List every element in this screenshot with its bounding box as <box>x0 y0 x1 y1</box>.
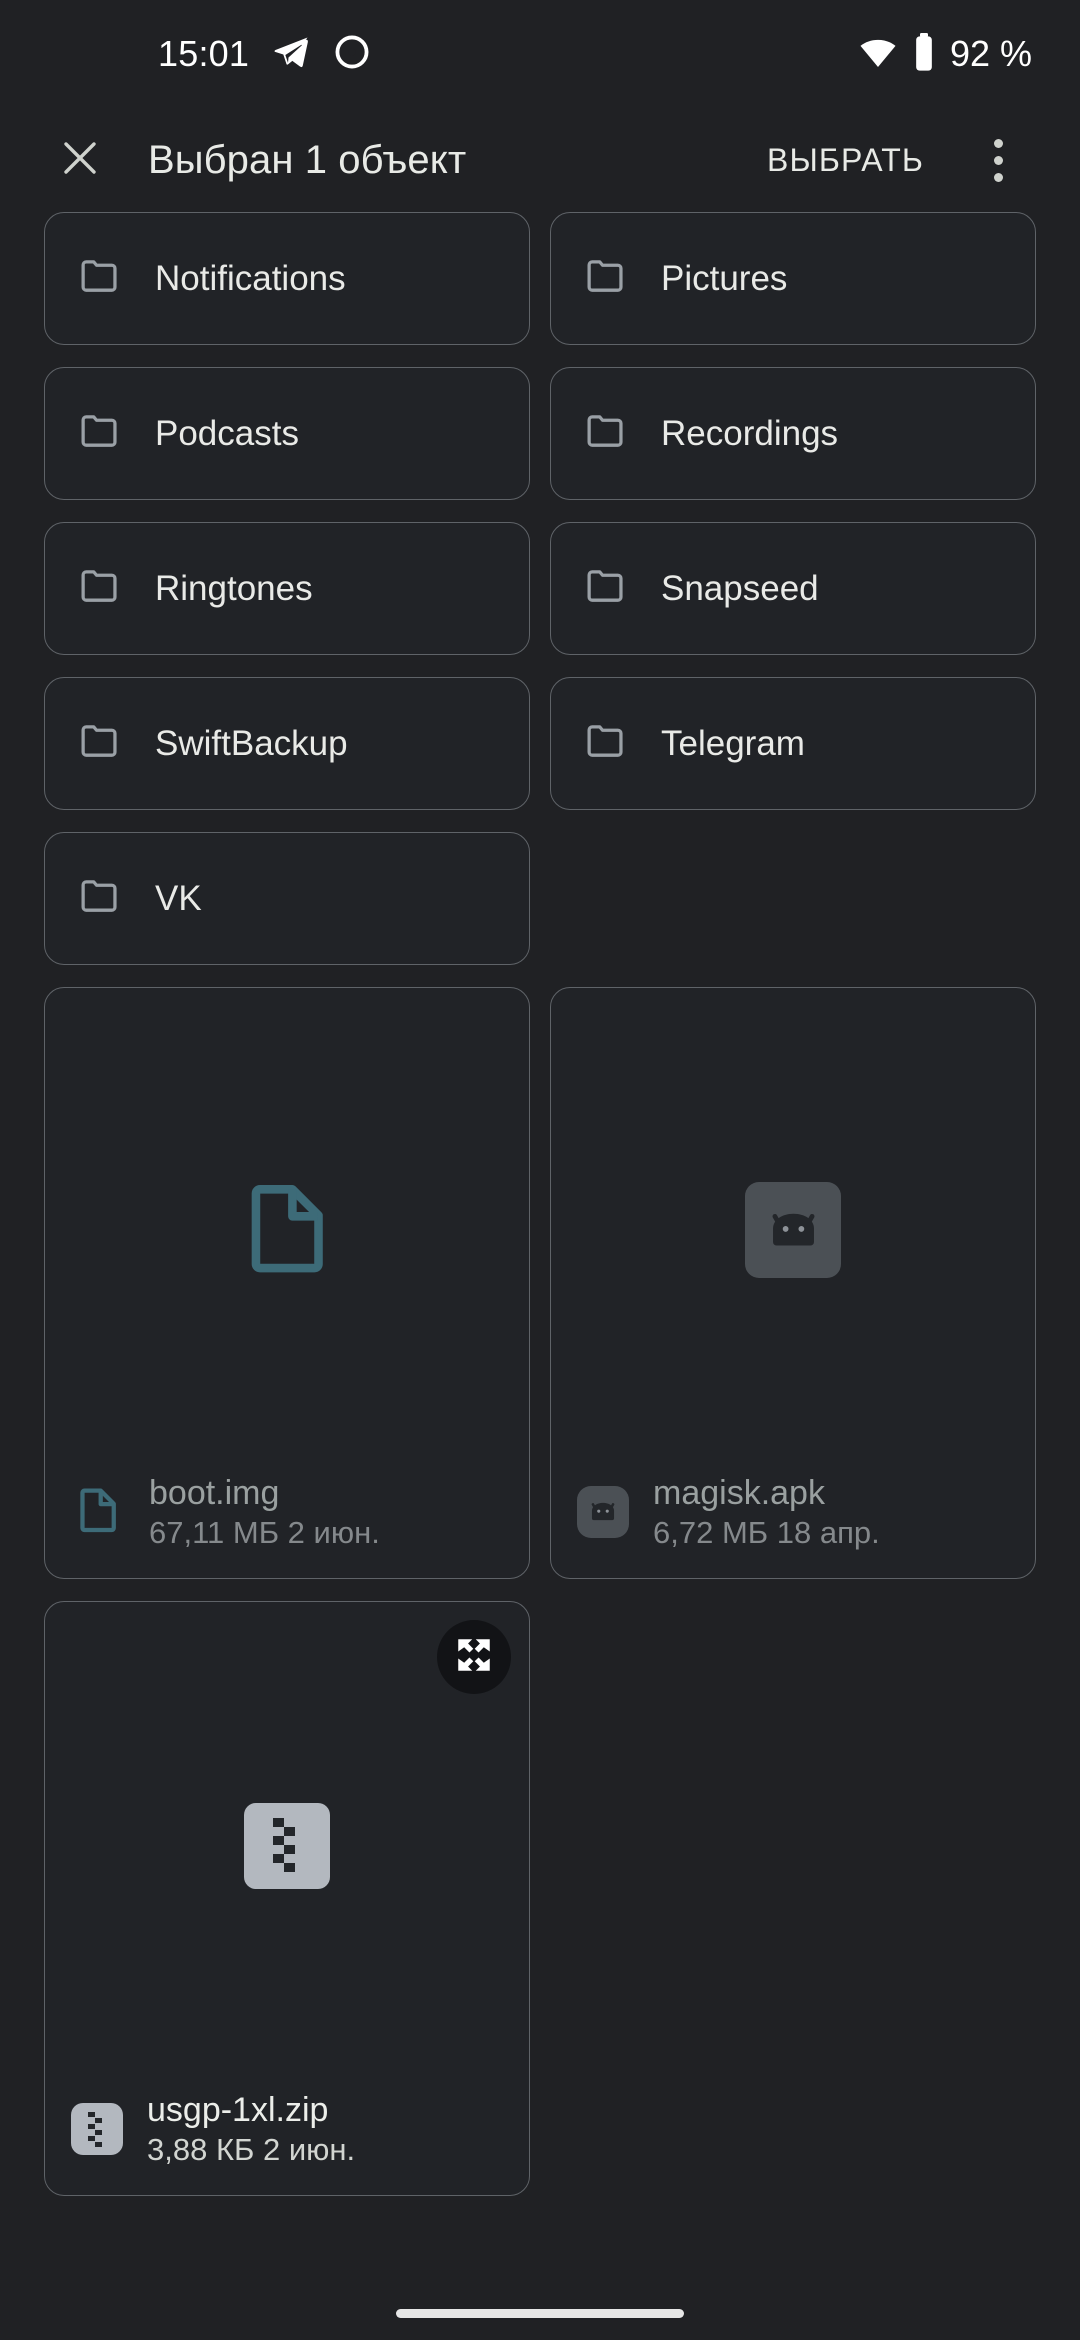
folder-card[interactable]: Ringtones <box>44 522 530 655</box>
folder-card[interactable]: Recordings <box>550 367 1036 500</box>
status-bar-right: 92 % <box>858 32 1032 77</box>
file-card[interactable]: magisk.apk 6,72 МБ 18 апр. <box>550 987 1036 1579</box>
document-icon <box>233 1174 341 1287</box>
folder-label: Telegram <box>661 723 805 763</box>
file-footer: usgp-1xl.zip 3,88 КБ 2 июн. <box>45 2090 529 2195</box>
folder-card[interactable]: Podcasts <box>44 367 530 500</box>
file-name: magisk.apk <box>653 1473 825 1512</box>
status-clock: 15:01 <box>158 33 250 74</box>
file-browser-content: Notifications Pictures Podcasts Recordings R… <box>0 212 1080 2196</box>
file-name: usgp-1xl.zip <box>147 2090 329 2129</box>
folder-card[interactable]: Telegram <box>550 677 1036 810</box>
folder-icon <box>77 563 123 614</box>
file-meta: 6,72 МБ 18 апр. <box>653 1515 880 1551</box>
folder-grid: Notifications Pictures Podcasts Recordings R… <box>44 212 1036 965</box>
file-footer: boot.img 67,11 МБ 2 июн. <box>45 1473 529 1578</box>
page-title: Выбран 1 объект <box>148 137 467 182</box>
folder-icon <box>77 408 123 459</box>
file-thumbnail <box>45 988 529 1473</box>
zip-archive-icon <box>244 1802 330 1889</box>
document-icon <box>71 1483 125 1542</box>
file-meta: 67,11 МБ 2 июн. <box>149 1515 380 1551</box>
expand-fullscreen-icon <box>453 1634 495 1681</box>
file-thumbnail <box>551 988 1035 1473</box>
folder-icon <box>583 563 629 614</box>
status-bar: 15:01 92 % <box>0 0 1080 108</box>
zip-archive-icon <box>71 2103 123 2156</box>
folder-label: Pictures <box>661 258 788 298</box>
gesture-nav-bar <box>396 2309 684 2318</box>
folder-card[interactable]: Pictures <box>550 212 1036 345</box>
overflow-menu-button[interactable] <box>956 118 1040 202</box>
telegram-icon <box>271 32 311 77</box>
android-apk-icon <box>745 1182 841 1279</box>
file-card[interactable]: usgp-1xl.zip 3,88 КБ 2 июн. <box>44 1601 530 2196</box>
wifi-icon <box>858 32 898 77</box>
app-icon <box>333 33 371 76</box>
folder-label: Ringtones <box>155 568 313 608</box>
folder-icon <box>77 718 123 769</box>
folder-card[interactable]: SwiftBackup <box>44 677 530 810</box>
status-bar-left: 15:01 <box>158 32 371 77</box>
file-grid: boot.img 67,11 МБ 2 июн. magisk.apk 6,72 МБ… <box>44 987 1036 2196</box>
expand-preview-button[interactable] <box>437 1620 511 1694</box>
close-button[interactable] <box>34 114 126 206</box>
more-vertical-icon <box>993 138 1003 148</box>
select-button[interactable]: ВЫБРАТЬ <box>757 124 934 197</box>
folder-label: VK <box>155 878 202 918</box>
file-footer: magisk.apk 6,72 МБ 18 апр. <box>551 1473 1035 1578</box>
android-apk-icon <box>577 1486 629 1539</box>
folder-label: SwiftBackup <box>155 723 348 763</box>
battery-percent: 92 % <box>949 33 1032 74</box>
folder-icon <box>77 873 123 924</box>
folder-card[interactable]: VK <box>44 832 530 965</box>
folder-label: Notifications <box>155 258 346 298</box>
file-meta: 3,88 КБ 2 июн. <box>147 2132 356 2168</box>
folder-icon <box>583 253 629 304</box>
folder-icon <box>77 253 123 304</box>
folder-icon <box>583 408 629 459</box>
battery-icon <box>912 32 936 77</box>
folder-card[interactable]: Notifications <box>44 212 530 345</box>
file-card[interactable]: boot.img 67,11 МБ 2 июн. <box>44 987 530 1579</box>
folder-card[interactable]: Snapseed <box>550 522 1036 655</box>
close-icon <box>56 134 104 187</box>
folder-label: Podcasts <box>155 413 299 453</box>
app-bar: Выбран 1 объект ВЫБРАТЬ <box>0 108 1080 212</box>
folder-icon <box>583 718 629 769</box>
folder-label: Snapseed <box>661 568 819 608</box>
file-name: boot.img <box>149 1473 280 1512</box>
folder-label: Recordings <box>661 413 839 453</box>
